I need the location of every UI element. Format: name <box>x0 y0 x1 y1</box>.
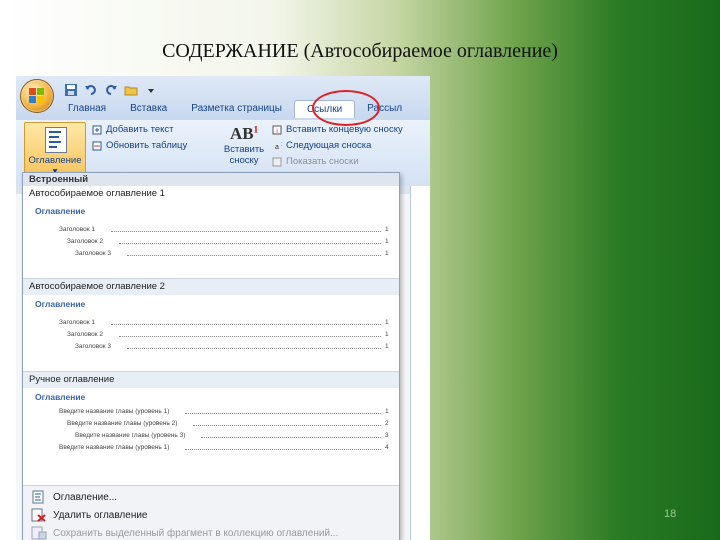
tab-insert[interactable]: Вставка <box>118 100 179 118</box>
open-folder-icon[interactable] <box>124 83 138 97</box>
office-button[interactable] <box>20 79 54 113</box>
insert-endnote-button[interactable]: i Вставить концевую сноску <box>272 124 403 135</box>
add-text-icon <box>92 125 102 134</box>
tab-page-layout[interactable]: Разметка страницы <box>179 100 294 118</box>
toc-entry: Заголовок 2 <box>67 238 103 245</box>
remove-toc-icon <box>31 508 46 522</box>
menu-item-toc-dialog[interactable]: Оглавление... <box>23 488 399 506</box>
show-notes-icon <box>272 157 282 166</box>
toc-preview-auto-2[interactable]: Оглавление Заголовок 1 1 Заголовок 2 1 З… <box>29 295 393 371</box>
undo-icon[interactable] <box>84 83 98 97</box>
highlight-circle <box>312 90 380 126</box>
toc-page: 1 <box>385 226 389 233</box>
toc-entry: Введите название главы (уровень 2) <box>67 420 178 427</box>
update-table-icon <box>92 141 102 150</box>
toc-entry: Заголовок 1 <box>59 319 95 326</box>
toc-page: 2 <box>385 420 389 427</box>
toc-entry: Введите название главы (уровень 1) <box>59 408 170 415</box>
toc-preview-manual[interactable]: Оглавление Введите название главы (урове… <box>29 388 393 468</box>
insert-footnote-button[interactable]: AB1 Вставить сноску <box>220 124 268 178</box>
toc-leader <box>127 255 381 256</box>
toc-leader <box>119 336 381 337</box>
footnote-icon: AB1 <box>229 124 259 143</box>
toc-preview-auto-1[interactable]: Оглавление Заголовок 1 1 Заголовок 2 1 З… <box>29 202 393 278</box>
gallery-title: Автособираемое оглавление 1 <box>29 188 165 199</box>
show-notes-button[interactable]: Показать сноски <box>272 156 359 167</box>
toc-menu: Оглавление... Удалить оглавление Сохрани… <box>23 485 399 540</box>
toc-dialog-icon <box>32 490 44 504</box>
toc-heading: Оглавление <box>35 392 86 402</box>
toc-page: 1 <box>385 238 389 245</box>
add-text-button[interactable]: Добавить текст <box>92 124 174 135</box>
customize-toolbar-icon[interactable] <box>144 83 158 97</box>
menu-item-save-selection[interactable]: Сохранить выделенный фрагмент в коллекци… <box>23 524 399 540</box>
builtin-section-header: Встроенный <box>23 173 399 186</box>
toc-entry: Заголовок 2 <box>67 331 103 338</box>
toc-entry: Введите название главы (уровень 3) <box>75 432 186 439</box>
toc-dropdown: Встроенный Автособираемое оглавление 1 О… <box>22 172 400 540</box>
toc-entry: Заголовок 1 <box>59 226 95 233</box>
toc-page: 3 <box>385 432 389 439</box>
toc-page: 4 <box>385 444 389 451</box>
toc-leader <box>185 449 381 450</box>
toc-leader <box>111 231 381 232</box>
svg-text:a: a <box>275 144 279 151</box>
redo-icon[interactable] <box>104 83 118 97</box>
svg-text:i: i <box>276 129 277 135</box>
toc-leader <box>111 324 381 325</box>
toc-heading: Оглавление <box>35 206 86 216</box>
save-icon[interactable] <box>64 83 78 97</box>
menu-item-remove-toc[interactable]: Удалить оглавление <box>23 506 399 524</box>
toc-heading: Оглавление <box>35 299 86 309</box>
toc-leader <box>193 425 381 426</box>
word-screenshot: Главная Вставка Разметка страницы Ссылки… <box>16 76 430 540</box>
slide-title: СОДЕРЖАНИЕ (Автособираемое оглавление) <box>162 40 558 62</box>
save-selection-icon <box>31 526 47 540</box>
next-footnote-icon: a1 <box>275 142 282 151</box>
update-table-button[interactable]: Обновить таблицу <box>92 140 187 151</box>
gallery-title: Автособираемое оглавление 2 <box>23 278 399 295</box>
office-logo-icon <box>29 88 45 104</box>
toc-page: 1 <box>385 319 389 326</box>
toc-page: 1 <box>385 343 389 350</box>
next-footnote-button[interactable]: a1 Следующая сноска <box>272 140 371 151</box>
toc-page: 1 <box>385 331 389 338</box>
toc-icon <box>45 127 67 153</box>
toc-entry: Заголовок 3 <box>75 343 111 350</box>
toc-leader <box>119 243 381 244</box>
document-area <box>410 186 430 540</box>
gallery-title: Ручное оглавление <box>23 371 399 388</box>
toc-page: 1 <box>385 408 389 415</box>
tab-home[interactable]: Главная <box>56 100 118 118</box>
toc-entry: Введите название главы (уровень 1) <box>59 444 170 451</box>
toc-leader <box>127 348 381 349</box>
toc-leader <box>185 413 381 414</box>
slide-page-number: 18 <box>664 508 677 520</box>
quick-access-toolbar <box>64 81 158 99</box>
endnote-icon: i <box>272 125 282 135</box>
insert-footnote-label: Вставить сноску <box>223 144 265 166</box>
toc-entry: Заголовок 3 <box>75 250 111 257</box>
svg-text:1: 1 <box>281 142 282 148</box>
toc-leader <box>201 437 381 438</box>
toc-page: 1 <box>385 250 389 257</box>
